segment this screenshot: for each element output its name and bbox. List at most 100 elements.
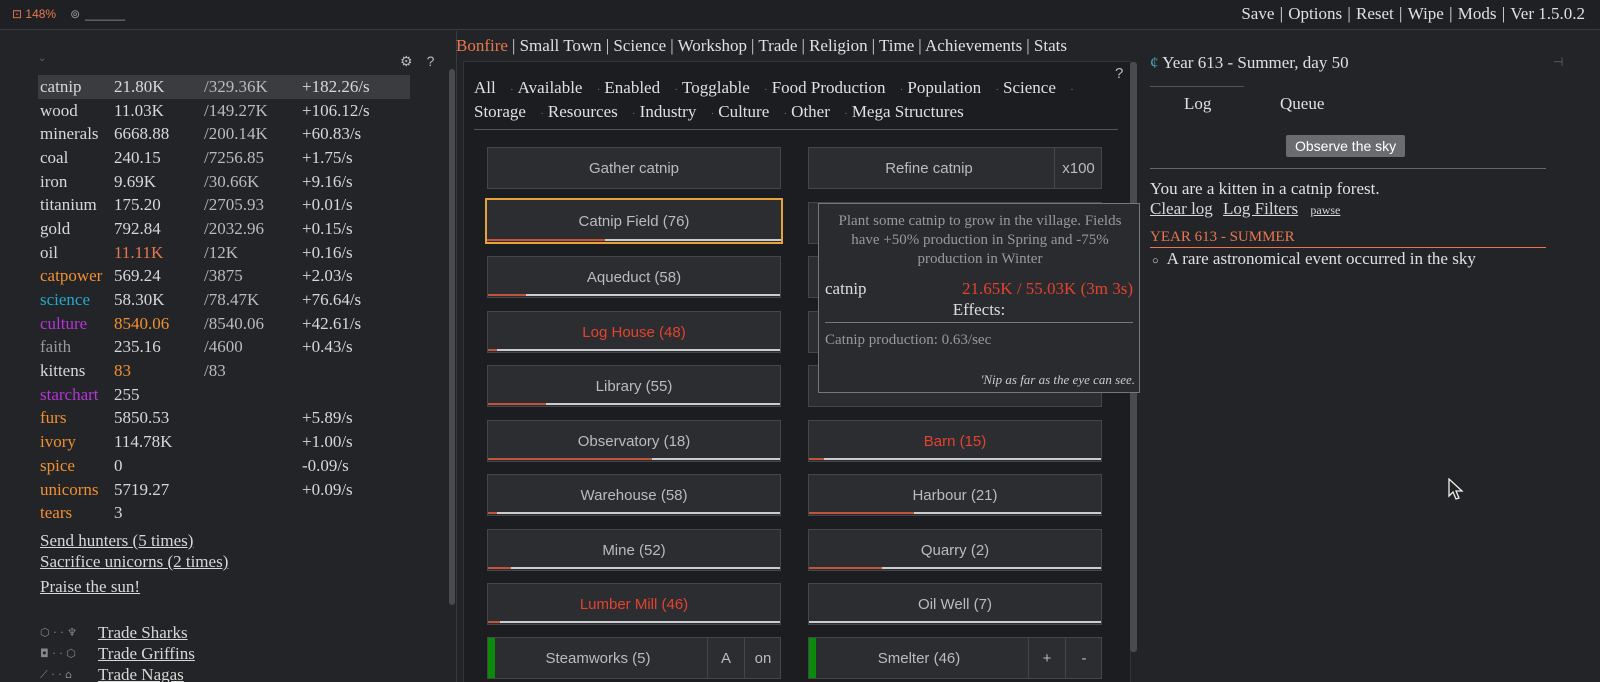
resource-max bbox=[202, 501, 300, 525]
refine-x100-button[interactable]: x100 bbox=[1054, 148, 1102, 188]
observe-sky-button[interactable]: Observe the sky bbox=[1286, 135, 1406, 157]
smelter-plus-button[interactable]: + bbox=[1028, 638, 1065, 678]
resource-row[interactable]: catpower 569.24/3875 +2.03/s bbox=[38, 265, 410, 289]
observatory-button[interactable]: Observatory (18) bbox=[487, 420, 781, 462]
lumber-mill-button[interactable]: Lumber Mill (46) bbox=[487, 583, 781, 625]
resource-row[interactable]: iron 9.69K/30.66K +9.16/s bbox=[38, 170, 410, 194]
trade-nagas-link[interactable]: Trade Nagas bbox=[98, 664, 184, 682]
resource-row[interactable]: science 58.30K/78.47K +76.64/s bbox=[38, 288, 410, 312]
filter-storage[interactable]: Storage bbox=[474, 102, 526, 121]
resource-rate: +1.75/s bbox=[302, 147, 353, 167]
resource-row[interactable]: culture 8540.06/8540.06 +42.61/s bbox=[38, 312, 410, 336]
oil-well-button[interactable]: Oil Well (7) bbox=[808, 583, 1102, 625]
resource-row[interactable]: furs 5850.53 +5.89/s bbox=[38, 407, 410, 431]
tab-achievements[interactable]: Achievements bbox=[925, 36, 1022, 55]
tab-stats[interactable]: Stats bbox=[1034, 36, 1067, 55]
tab-science[interactable]: Science bbox=[613, 36, 666, 55]
log-filters-link[interactable]: Log Filters bbox=[1223, 199, 1298, 218]
filter-food[interactable]: Food Production bbox=[772, 78, 886, 97]
mine-button[interactable]: Mine (52) bbox=[487, 529, 781, 571]
tab-bonfire[interactable]: Bonfire bbox=[456, 36, 508, 55]
steamworks-auto-toggle[interactable]: A bbox=[707, 638, 744, 678]
resource-value: 0 bbox=[114, 455, 123, 475]
tab-log[interactable]: Log bbox=[1184, 94, 1211, 114]
smelter-minus-button[interactable]: - bbox=[1065, 638, 1102, 678]
log-house-button[interactable]: Log House (48) bbox=[487, 311, 781, 353]
resource-rate: +0.01/s bbox=[302, 195, 353, 215]
help-icon[interactable]: ? bbox=[1115, 65, 1123, 82]
filter-togglable[interactable]: Togglable bbox=[682, 78, 750, 97]
reset-link[interactable]: Reset bbox=[1356, 4, 1394, 23]
warehouse-button[interactable]: Warehouse (58) bbox=[487, 474, 781, 516]
filter-resources[interactable]: Resources bbox=[548, 102, 618, 121]
filter-science[interactable]: Science bbox=[1003, 78, 1056, 97]
clear-log-link[interactable]: Clear log bbox=[1150, 199, 1213, 218]
filter-industry[interactable]: Industry bbox=[640, 102, 697, 121]
resource-row[interactable]: gold 792.84/2032.96 +0.15/s bbox=[38, 217, 410, 241]
zoom-value: 148% bbox=[25, 7, 57, 21]
tab-trade[interactable]: Trade bbox=[758, 36, 797, 55]
trade-griffins-link[interactable]: Trade Griffins bbox=[98, 643, 195, 664]
trade-sharks-link[interactable]: Trade Sharks bbox=[98, 622, 188, 643]
aqueduct-button[interactable]: Aqueduct (58) bbox=[487, 256, 781, 298]
praise-sun-link[interactable]: Praise the sun! bbox=[40, 577, 140, 596]
resource-row[interactable]: oil 11.11K/12K +0.16/s bbox=[38, 241, 410, 265]
tab-time[interactable]: Time bbox=[879, 36, 914, 55]
barn-button[interactable]: Barn (15) bbox=[808, 420, 1102, 462]
resource-row[interactable]: coal 240.15/7256.85 +1.75/s bbox=[38, 146, 410, 170]
collapse-chevron-icon[interactable]: ⌄ bbox=[38, 53, 46, 64]
gear-icon[interactable]: ⚙ bbox=[400, 53, 413, 70]
steamworks-button[interactable]: Steamworks (5) Aon bbox=[487, 637, 781, 679]
resource-name: kittens bbox=[40, 361, 86, 381]
steamworks-on-toggle[interactable]: on bbox=[744, 638, 781, 678]
filter-mega[interactable]: Mega Structures bbox=[852, 102, 964, 121]
gather-catnip-button[interactable]: Gather catnip bbox=[487, 147, 781, 189]
resource-row[interactable]: faith 235.16/4600 +0.43/s bbox=[38, 336, 410, 360]
calendar: ¢ Year 613 - Summer, day 50 bbox=[1150, 53, 1349, 73]
filter-population[interactable]: Population bbox=[907, 78, 981, 97]
filter-all[interactable]: All bbox=[474, 78, 496, 97]
harbour-button[interactable]: Harbour (21) bbox=[808, 474, 1102, 516]
resource-row[interactable]: tears 3 bbox=[38, 501, 410, 525]
filter-available[interactable]: Available bbox=[518, 78, 583, 97]
pawse-link[interactable]: pawse bbox=[1310, 203, 1340, 217]
filter-other[interactable]: Other bbox=[791, 102, 830, 121]
quarry-button[interactable]: Quarry (2) bbox=[808, 529, 1102, 571]
resource-row[interactable]: catnip 21.80K/329.36K +182.26/s bbox=[38, 75, 410, 99]
tab-workshop[interactable]: Workshop bbox=[678, 36, 747, 55]
top-bar: ⊡ 148% ⊚ ______ Save | Options | Reset | … bbox=[0, 0, 1600, 30]
send-hunters-link[interactable]: Send hunters (5 times) bbox=[40, 531, 193, 550]
griffin-icon: ◘ · · ⬡ bbox=[40, 647, 76, 660]
resource-value: 3 bbox=[114, 503, 123, 523]
resource-max: /149.27K bbox=[204, 100, 268, 120]
resource-row[interactable]: kittens 83/83 bbox=[38, 359, 410, 383]
tab-small-town[interactable]: Small Town bbox=[520, 36, 602, 55]
resource-row[interactable]: unicorns 5719.27 +0.09/s bbox=[38, 478, 410, 502]
library-button[interactable]: Library (55) bbox=[487, 365, 781, 407]
save-link[interactable]: Save bbox=[1241, 4, 1274, 23]
wipe-link[interactable]: Wipe bbox=[1408, 4, 1444, 23]
filter-culture[interactable]: Culture bbox=[718, 102, 769, 121]
help-icon[interactable]: ? bbox=[427, 53, 435, 70]
mods-link[interactable]: Mods bbox=[1458, 4, 1497, 23]
options-link[interactable]: Options bbox=[1288, 4, 1342, 23]
pin-icon[interactable]: ⊣ bbox=[1553, 55, 1563, 70]
refine-catnip-button[interactable]: Refine catnip x100 bbox=[808, 147, 1102, 189]
resource-row[interactable]: spice 0 -0.09/s bbox=[38, 454, 410, 478]
resource-value: 5719.27 bbox=[114, 479, 170, 499]
resource-row[interactable]: wood 11.03K/149.27K +106.12/s bbox=[38, 99, 410, 123]
resource-row[interactable]: titanium 175.20/2705.93 +0.01/s bbox=[38, 193, 410, 217]
user-indicator[interactable]: ⊚ ______ bbox=[70, 7, 125, 21]
sacrifice-unicorns-link[interactable]: Sacrifice unicorns (2 times) bbox=[40, 552, 228, 571]
catnip-field-button[interactable]: Catnip Field (76) bbox=[485, 198, 783, 244]
resource-row[interactable]: starchart 255 bbox=[38, 383, 410, 407]
resource-row[interactable]: ivory 114.78K +1.00/s bbox=[38, 430, 410, 454]
tab-queue[interactable]: Queue bbox=[1280, 94, 1324, 114]
left-scrollbar[interactable] bbox=[449, 69, 455, 605]
resource-row[interactable]: minerals 6668.88/200.14K +60.83/s bbox=[38, 122, 410, 146]
button-label: Refine catnip bbox=[885, 159, 973, 177]
tab-religion[interactable]: Religion bbox=[809, 36, 868, 55]
filter-enabled[interactable]: Enabled bbox=[604, 78, 660, 97]
smelter-button[interactable]: Smelter (46) + - bbox=[808, 637, 1102, 679]
version-link[interactable]: Ver 1.5.0.2 bbox=[1510, 4, 1585, 23]
